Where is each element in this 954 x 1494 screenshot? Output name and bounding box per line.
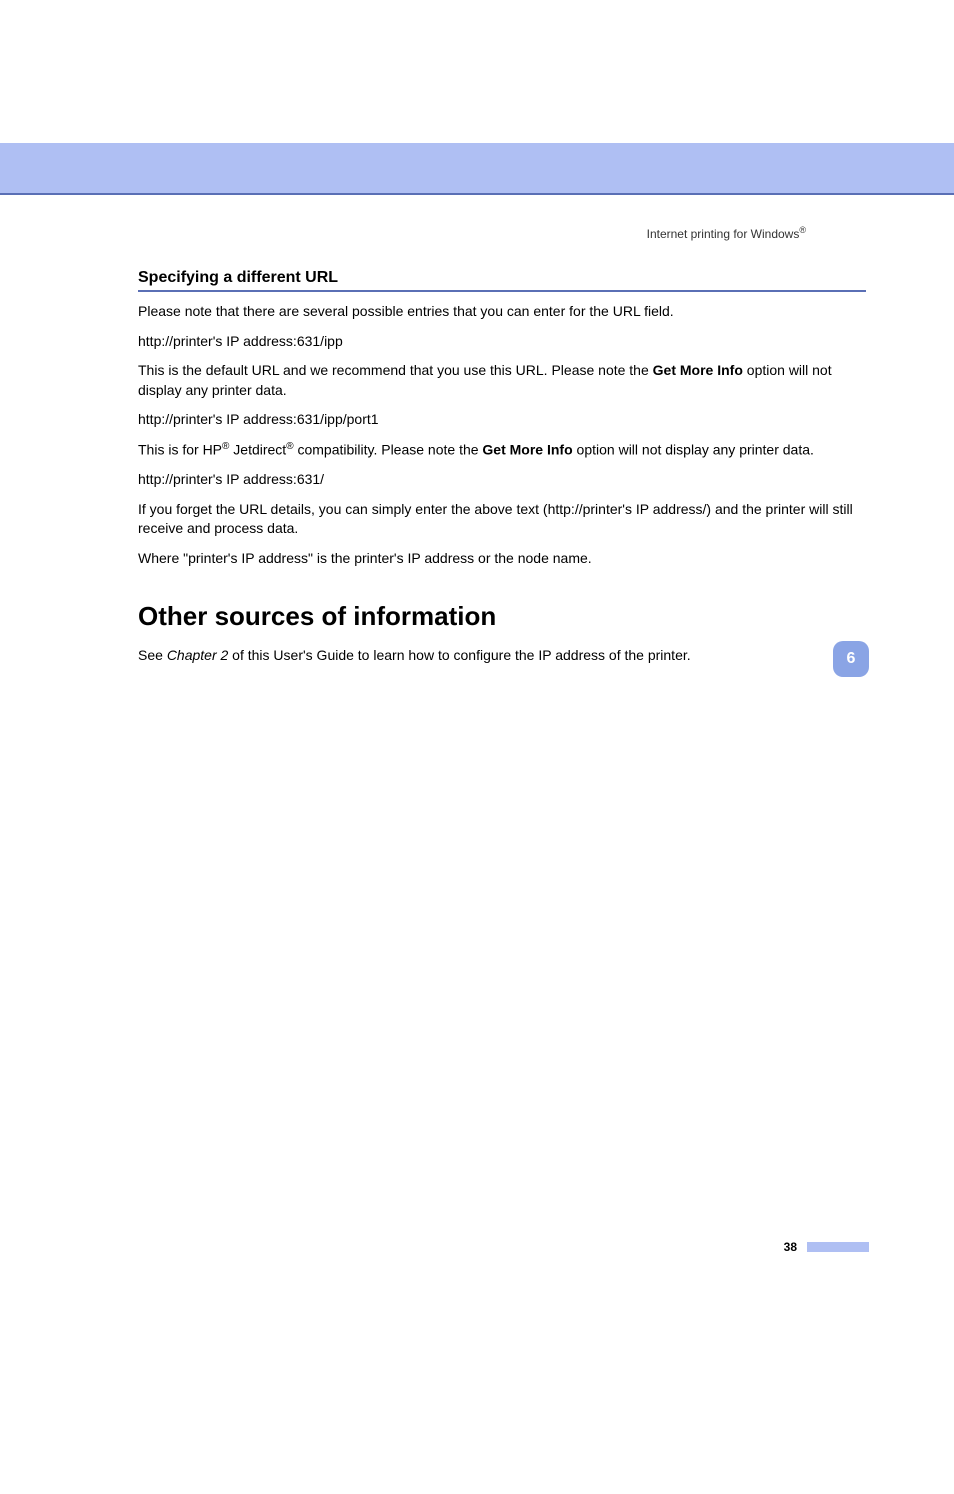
paragraph-8: Where "printer's IP address" is the prin… [138,549,866,569]
text-segment: of this User's Guide to learn how to con… [228,647,690,663]
text-segment: This is for HP [138,442,222,458]
footer-bar [807,1242,869,1252]
footer: 38 [784,1240,869,1254]
paragraph-3: This is the default URL and we recommend… [138,361,866,400]
text-segment: See [138,647,167,663]
header-band [0,143,954,195]
registered-mark: ® [286,441,293,452]
section-heading: Other sources of information [138,601,866,632]
paragraph-1: Please note that there are several possi… [138,302,866,322]
paragraph-url-3: http://printer's IP address:631/ [138,470,866,490]
breadcrumb: Internet printing for Windows® [138,225,866,241]
page-number: 38 [784,1240,797,1254]
paragraph-url-2: http://printer's IP address:631/ipp/port… [138,410,866,430]
text-segment: This is the default URL and we recommend… [138,362,653,378]
paragraph-9: See Chapter 2 of this User's Guide to le… [138,646,866,666]
paragraph-5: This is for HP® Jetdirect® compatibility… [138,440,866,460]
text-segment: Jetdirect [229,442,286,458]
registered-mark: ® [799,225,806,235]
text-segment: compatibility. Please note the [294,442,483,458]
subsection-heading: Specifying a different URL [138,269,866,292]
content-area: Internet printing for Windows® Specifyin… [0,195,954,665]
paragraph-url-1: http://printer's IP address:631/ipp [138,332,866,352]
chapter-tab: 6 [833,641,869,677]
bold-text: Get More Info [653,362,743,378]
paragraph-7: If you forget the URL details, you can s… [138,500,866,539]
breadcrumb-text: Internet printing for Windows [647,227,800,241]
bold-text: Get More Info [482,442,572,458]
chapter-number: 6 [847,650,856,668]
text-segment: option will not display any printer data… [573,442,814,458]
italic-text: Chapter 2 [167,647,228,663]
